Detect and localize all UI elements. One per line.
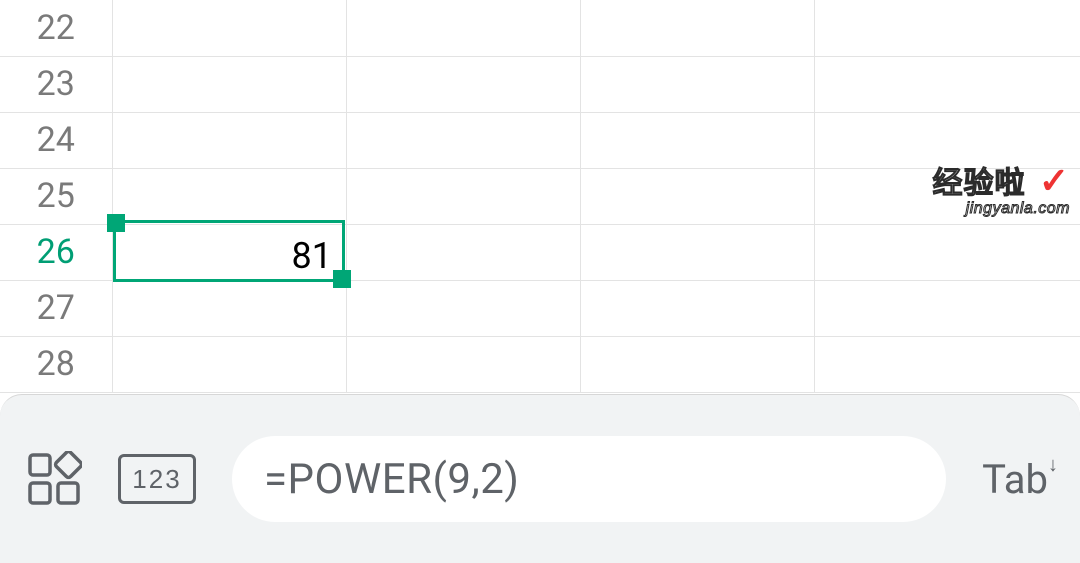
- table-row: 28: [0, 336, 1080, 392]
- cell[interactable]: [112, 280, 346, 336]
- cell[interactable]: [346, 56, 580, 112]
- table-row: 24: [0, 112, 1080, 168]
- apps-grid-icon: [26, 451, 82, 507]
- arrow-down-right-icon: ↓: [1048, 452, 1058, 477]
- numpad-toggle-button[interactable]: 123: [118, 454, 196, 504]
- row-header[interactable]: 28: [0, 336, 112, 392]
- cell[interactable]: [112, 112, 346, 168]
- cell[interactable]: [814, 336, 1080, 392]
- numpad-icon: 123: [118, 454, 196, 504]
- cell[interactable]: [346, 168, 580, 224]
- cell[interactable]: [346, 280, 580, 336]
- cell[interactable]: [580, 112, 814, 168]
- cell[interactable]: [580, 280, 814, 336]
- cell[interactable]: [814, 56, 1080, 112]
- cell[interactable]: [580, 56, 814, 112]
- cell[interactable]: [580, 168, 814, 224]
- cell[interactable]: [814, 168, 1080, 224]
- cell[interactable]: [814, 224, 1080, 280]
- table-row: 26: [0, 224, 1080, 280]
- row-header-active[interactable]: 26: [0, 224, 112, 280]
- cell[interactable]: [346, 112, 580, 168]
- cell[interactable]: [112, 336, 346, 392]
- table-row: 27: [0, 280, 1080, 336]
- cell-table: 22 23 24 25: [0, 0, 1080, 393]
- cell[interactable]: [346, 336, 580, 392]
- cell[interactable]: [346, 224, 580, 280]
- cell[interactable]: [580, 224, 814, 280]
- row-header[interactable]: 22: [0, 0, 112, 56]
- formula-input[interactable]: [232, 436, 946, 522]
- table-row: 22: [0, 0, 1080, 56]
- row-header[interactable]: 23: [0, 56, 112, 112]
- numpad-label: 123: [132, 464, 181, 495]
- row-header[interactable]: 25: [0, 168, 112, 224]
- cell[interactable]: [112, 0, 346, 56]
- app-grid-button[interactable]: [26, 451, 82, 507]
- spreadsheet-grid[interactable]: 22 23 24 25: [0, 0, 1080, 394]
- cell[interactable]: [580, 336, 814, 392]
- cell[interactable]: [346, 0, 580, 56]
- row-header[interactable]: 24: [0, 112, 112, 168]
- row-header[interactable]: 27: [0, 280, 112, 336]
- table-row: 23: [0, 56, 1080, 112]
- cell[interactable]: [814, 0, 1080, 56]
- cell[interactable]: [112, 168, 346, 224]
- tab-label: Tab: [982, 456, 1048, 503]
- cell[interactable]: [580, 0, 814, 56]
- cell-active[interactable]: [112, 224, 346, 280]
- table-row: 25: [0, 168, 1080, 224]
- formula-editor-bar: 123 Tab ↓: [0, 394, 1080, 563]
- cell[interactable]: [814, 280, 1080, 336]
- cell[interactable]: [814, 112, 1080, 168]
- tab-key-button[interactable]: Tab ↓: [982, 456, 1054, 503]
- cell[interactable]: [112, 56, 346, 112]
